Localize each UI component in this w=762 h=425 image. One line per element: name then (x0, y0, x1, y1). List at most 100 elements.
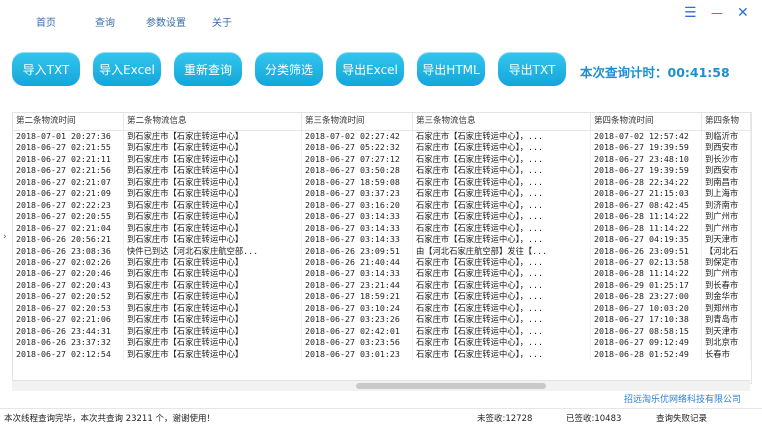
table-cell: 2018-06-27 17:10:38 (591, 314, 702, 326)
table-row[interactable]: 2018-06-26 20:56:21 到石家庄市【石家庄转运中心】 2018-06… (13, 234, 751, 246)
result-table: 第二条物流时间 第二条物流信息 第三条物流时间 第三条物流信息 第四条物流时间 … (12, 112, 752, 384)
signed-count: 已签收:10483 (566, 414, 622, 424)
close-icon[interactable]: ✕ (737, 6, 749, 20)
table-cell: 到广州市 (702, 222, 751, 235)
export-excel-button[interactable]: 导出Excel (336, 52, 404, 86)
table-row[interactable]: 2018-06-27 02:21:07 到石家庄市【石家庄转运中心】 2018-06… (13, 176, 751, 189)
horizontal-scrollbar[interactable] (12, 380, 750, 391)
table-cell: 到石家庄市【石家庄转运中心】 (124, 165, 302, 177)
table-cell: 2018-06-27 23:21:44 (302, 279, 413, 292)
column-header[interactable]: 第三条物流信息 (413, 113, 591, 130)
table-row[interactable]: 2018-06-27 02:12:54 到石家庄市【石家庄转运中心】 2018-06… (13, 348, 751, 360)
column-header[interactable]: 第四条物 (702, 113, 751, 130)
table-row[interactable]: 2018-06-27 02:22:23 到石家庄市【石家庄转运中心】 2018-06… (13, 199, 751, 212)
table-cell: 2018-06-26 20:56:21 (13, 234, 124, 246)
table-cell: 石家庄市【石家庄转运中心】，... (413, 314, 591, 326)
table-cell: 石家庄市【石家庄转运中心】，... (413, 348, 591, 360)
table-cell: 石家庄市【石家庄转运中心】，... (413, 325, 591, 338)
table-cell: 2018-06-27 02:42:01 (302, 325, 413, 338)
fail-log-link[interactable]: 查询失败记录 (656, 412, 707, 424)
table-cell: 到临沂市 (702, 131, 751, 143)
timer-label: 本次查询计时： (580, 65, 668, 80)
export-html-button[interactable]: 导出HTML (417, 52, 485, 86)
filter-button[interactable]: 分类筛选 (255, 52, 323, 86)
column-header[interactable]: 第二条物流时间 (13, 113, 124, 130)
table-cell: 石家庄市【石家庄转运中心】，... (413, 302, 591, 315)
requery-button[interactable]: 重新查询 (174, 52, 242, 86)
scrollbar-thumb[interactable] (356, 383, 546, 389)
table-row[interactable]: 2018-06-27 02:20:43 到石家庄市【石家庄转运中心】 2018-06… (13, 279, 751, 292)
table-cell: 2018-06-27 02:22:23 (13, 199, 124, 212)
table-row[interactable]: 2018-06-27 02:20:46 到石家庄市【石家庄转运中心】 2018-06… (13, 268, 751, 280)
table-cell: 2018-07-01 20:27:36 (13, 131, 124, 143)
table-row[interactable]: 2018-06-27 02:21:09 到石家庄市【石家庄转运中心】 2018-06… (13, 188, 751, 200)
table-cell: 到长春市 (702, 279, 751, 292)
table-row[interactable]: 2018-06-27 02:21:55 到石家庄市【石家庄转运中心】 2018-06… (13, 142, 751, 154)
column-header[interactable]: 第四条物流时间 (591, 113, 702, 130)
table-cell: 2018-06-27 03:23:26 (302, 314, 413, 326)
table-cell: 2018-06-27 03:37:23 (302, 188, 413, 200)
table-cell: 到石家庄市【石家庄转运中心】 (124, 153, 302, 166)
table-cell: 2018-06-27 03:50:28 (302, 165, 413, 177)
table-row[interactable]: 2018-06-27 02:02:26 到石家庄市【石家庄转运中心】 2018-06… (13, 256, 751, 269)
table-cell: 2018-06-27 02:20:46 (13, 268, 124, 280)
table-row[interactable]: 2018-06-27 02:20:53 到石家庄市【石家庄转运中心】 2018-06… (13, 302, 751, 315)
table-row[interactable]: 2018-06-27 02:20:55 到石家庄市【石家庄转运中心】 2018-06… (13, 211, 751, 223)
menu-about[interactable]: 关于 (212, 14, 232, 29)
table-cell: 2018-06-27 02:21:56 (13, 165, 124, 177)
table-cell: 石家庄市【石家庄转运中心】，... (413, 131, 591, 143)
table-cell: 到保定市 (702, 256, 751, 269)
table-cell: 2018-06-27 03:10:24 (302, 302, 413, 315)
table-cell: 2018-06-29 01:25:17 (591, 279, 702, 292)
export-txt-button[interactable]: 导出TXT (498, 52, 566, 86)
table-cell: 2018-06-27 02:12:54 (13, 348, 124, 360)
table-cell: 2018-06-26 21:40:44 (302, 256, 413, 269)
table-cell: 到石家庄市【石家庄转运中心】 (124, 302, 302, 315)
table-row[interactable]: 2018-06-26 23:44:31 到石家庄市【石家庄转运中心】 2018-06… (13, 325, 751, 338)
import-excel-button[interactable]: 导入Excel (93, 52, 161, 86)
table-cell: 2018-06-27 02:21:07 (13, 176, 124, 189)
column-header[interactable]: 第二条物流信息 (124, 113, 302, 130)
table-cell: 石家庄市【石家庄转运中心】，... (413, 153, 591, 166)
status-bar: 本次线程查询完毕，本次共查询 23211 个，谢谢使用！ 未签收:12728 已… (0, 408, 762, 425)
table-cell: 到石家庄市【石家庄转运中心】 (124, 348, 302, 360)
table-cell: 到北京市 (702, 337, 751, 349)
menu-settings[interactable]: 参数设置 (146, 14, 186, 29)
table-body: 2018-07-01 20:27:36 到石家庄市【石家庄转运中心】 2018-07… (13, 131, 751, 381)
table-row[interactable]: 2018-06-26 23:37:32 到石家庄市【石家庄转运中心】 2018-06… (13, 337, 751, 349)
table-row[interactable]: 2018-06-27 02:20:52 到石家庄市【石家庄转运中心】 2018-06… (13, 291, 751, 303)
minimize-icon[interactable]: — (711, 6, 723, 20)
table-cell: 石家庄市【石家庄转运中心】，... (413, 176, 591, 189)
table-cell: 到上海市 (702, 188, 751, 200)
table-cell: 2018-06-27 02:21:04 (13, 222, 124, 235)
table-cell: 石家庄市【石家庄转运中心】，... (413, 188, 591, 200)
table-cell: 石家庄市【石家庄转运中心】，... (413, 142, 591, 154)
table-row[interactable]: 2018-06-27 02:21:06 到石家庄市【石家庄转运中心】 2018-06… (13, 314, 751, 326)
table-row[interactable]: 2018-07-01 20:27:36 到石家庄市【石家庄转运中心】 2018-07… (13, 131, 751, 143)
table-cell: 到石家庄市【石家庄转运中心】 (124, 176, 302, 189)
table-cell: 2018-06-27 05:22:32 (302, 142, 413, 154)
table-cell: 到石家庄市【石家庄转运中心】 (124, 291, 302, 303)
table-cell: 2018-06-26 23:09:51 (302, 245, 413, 257)
table-cell: 2018-06-27 09:12:49 (591, 337, 702, 349)
table-cell: 长春市 (702, 348, 751, 360)
table-row[interactable]: 2018-06-26 23:08:36 快件已到达【河北石家庄航空部... 2018… (13, 245, 751, 257)
column-header[interactable]: 第三条物流时间 (302, 113, 413, 130)
table-cell: 2018-07-02 02:27:42 (302, 131, 413, 143)
table-cell: 2018-06-27 04:19:35 (591, 234, 702, 246)
timer-value: 00:41:58 (667, 65, 730, 80)
menu-home[interactable]: 首页 (36, 14, 56, 29)
table-cell: 到石家庄市【石家庄转运中心】 (124, 314, 302, 326)
window-menu-icon[interactable]: ☰ (684, 6, 697, 20)
table-cell: 到天津市 (702, 234, 751, 246)
table-row[interactable]: 2018-06-27 02:21:11 到石家庄市【石家庄转运中心】 2018-06… (13, 153, 751, 166)
company-name: 招远淘乐优网络科技有限公司 (624, 395, 742, 405)
status-message: 本次线程查询完毕，本次共查询 23211 个，谢谢使用！ (4, 414, 215, 424)
menu-query[interactable]: 查询 (95, 14, 115, 29)
table-row[interactable]: 2018-06-27 02:21:04 到石家庄市【石家庄转运中心】 2018-06… (13, 222, 751, 235)
table-row[interactable]: 2018-06-27 02:21:56 到石家庄市【石家庄转运中心】 2018-06… (13, 165, 751, 177)
table-cell: 到石家庄市【石家庄转运中心】 (124, 268, 302, 280)
left-expand-icon[interactable]: › (3, 232, 7, 242)
table-cell: 到南昌市 (702, 176, 751, 189)
import-txt-button[interactable]: 导入TXT (12, 52, 80, 86)
